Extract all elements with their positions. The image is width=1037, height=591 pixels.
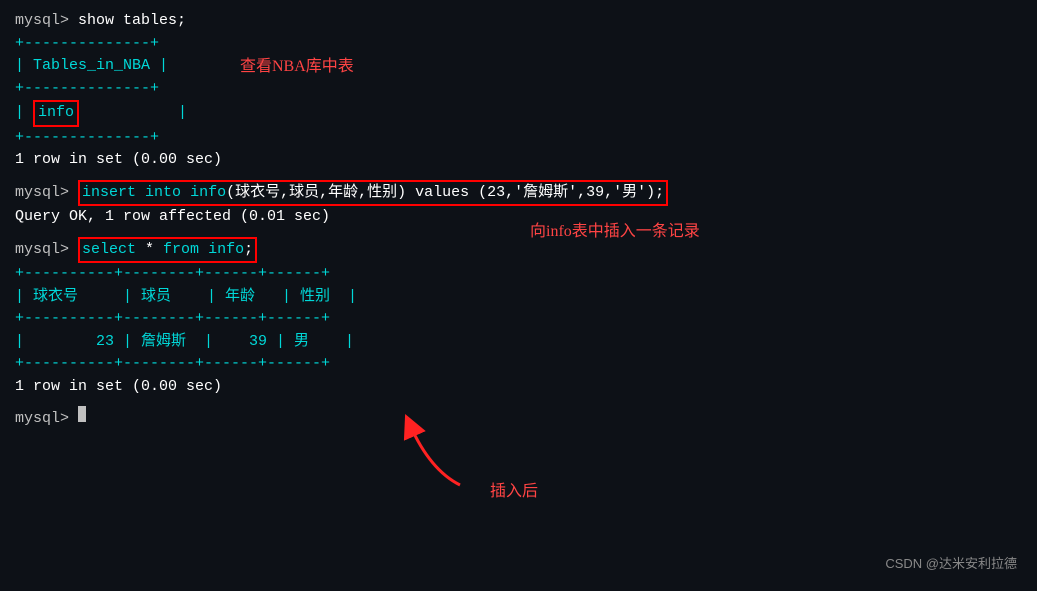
watermark: CSDN @达米安利拉德 xyxy=(885,554,1017,574)
table-border-mid: +--------------+ xyxy=(15,78,1022,101)
prompt-select: mysql> xyxy=(15,239,78,262)
table-border-bottom: +--------------+ xyxy=(15,127,1022,150)
border-text-bottom: +--------------+ xyxy=(15,127,159,150)
select-border-top-text: +----------+--------+------+------+ xyxy=(15,263,330,286)
select-keyword: select xyxy=(82,241,136,258)
query-ok-text: Query OK, 1 row affected (0.01 sec) xyxy=(15,206,330,229)
table-data-row: | info | xyxy=(15,100,1022,127)
pipe-left: | xyxy=(15,102,33,125)
final-prompt-line: mysql> xyxy=(15,406,1022,431)
final-prompt: mysql> xyxy=(15,408,78,431)
table-border-top: +--------------+ xyxy=(15,33,1022,56)
insert-command: insert into info(球衣号,球员,年龄,性别) values (2… xyxy=(78,180,668,207)
command-line-select: mysql> select * from info; xyxy=(15,237,1022,264)
select-border-top: +----------+--------+------+------+ xyxy=(15,263,1022,286)
select-border-bottom: +----------+--------+------+------+ xyxy=(15,353,1022,376)
command-line-insert: mysql> insert into info(球衣号,球员,年龄,性别) va… xyxy=(15,180,1022,207)
cursor xyxy=(78,406,86,422)
spacer-3 xyxy=(15,398,1022,406)
info-keyword: info xyxy=(190,184,226,201)
annotation-insert: 向info表中插入一条记录 xyxy=(530,220,700,244)
table-header-text: | Tables_in_NBA | xyxy=(15,55,168,78)
info-value: info xyxy=(33,100,79,127)
border-text-mid: +--------------+ xyxy=(15,78,159,101)
result-text-1: 1 row in set (0.00 sec) xyxy=(15,149,222,172)
insert-keyword: insert into xyxy=(82,184,181,201)
select-col-header: | 球衣号 | 球员 | 年龄 | 性别 | xyxy=(15,286,1022,309)
annotation-after: 插入后 xyxy=(490,480,538,504)
select-border-mid-text: +----------+--------+------+------+ xyxy=(15,308,330,331)
command-text-1: show tables; xyxy=(78,10,186,33)
table-header-row: | Tables_in_NBA | xyxy=(15,55,1022,78)
select-col-header-text: | 球衣号 | 球员 | 年龄 | 性别 | xyxy=(15,286,357,309)
border-text: +--------------+ xyxy=(15,33,159,56)
arrow-icon xyxy=(390,410,490,490)
select-command: select * from info; xyxy=(78,237,257,264)
result-line-2: 1 row in set (0.00 sec) xyxy=(15,376,1022,399)
query-ok-line: Query OK, 1 row affected (0.01 sec) xyxy=(15,206,1022,229)
select-data-row: | 23 | 詹姆斯 | 39 | 男 | xyxy=(15,331,1022,354)
command-line-1: mysql> show tables; xyxy=(15,10,1022,33)
select-border-mid: +----------+--------+------+------+ xyxy=(15,308,1022,331)
prompt-1: mysql> xyxy=(15,10,78,33)
pipe-right: | xyxy=(79,102,187,125)
info-select-keyword: info xyxy=(208,241,244,258)
from-keyword: from xyxy=(163,241,199,258)
annotation-nba: 查看NBA库中表 xyxy=(240,55,354,79)
spacer-2 xyxy=(15,229,1022,237)
prompt-insert: mysql> xyxy=(15,182,78,205)
insert-args: (球衣号,球员,年龄,性别) values (23,'詹姆斯',39,'男'); xyxy=(226,184,664,201)
select-data-text: | 23 | 詹姆斯 | 39 | 男 | xyxy=(15,331,354,354)
terminal-window: mysql> show tables; +--------------+ | T… xyxy=(0,0,1037,591)
result-line-1: 1 row in set (0.00 sec) xyxy=(15,149,1022,172)
result-text-2: 1 row in set (0.00 sec) xyxy=(15,376,222,399)
select-border-bottom-text: +----------+--------+------+------+ xyxy=(15,353,330,376)
spacer-1 xyxy=(15,172,1022,180)
